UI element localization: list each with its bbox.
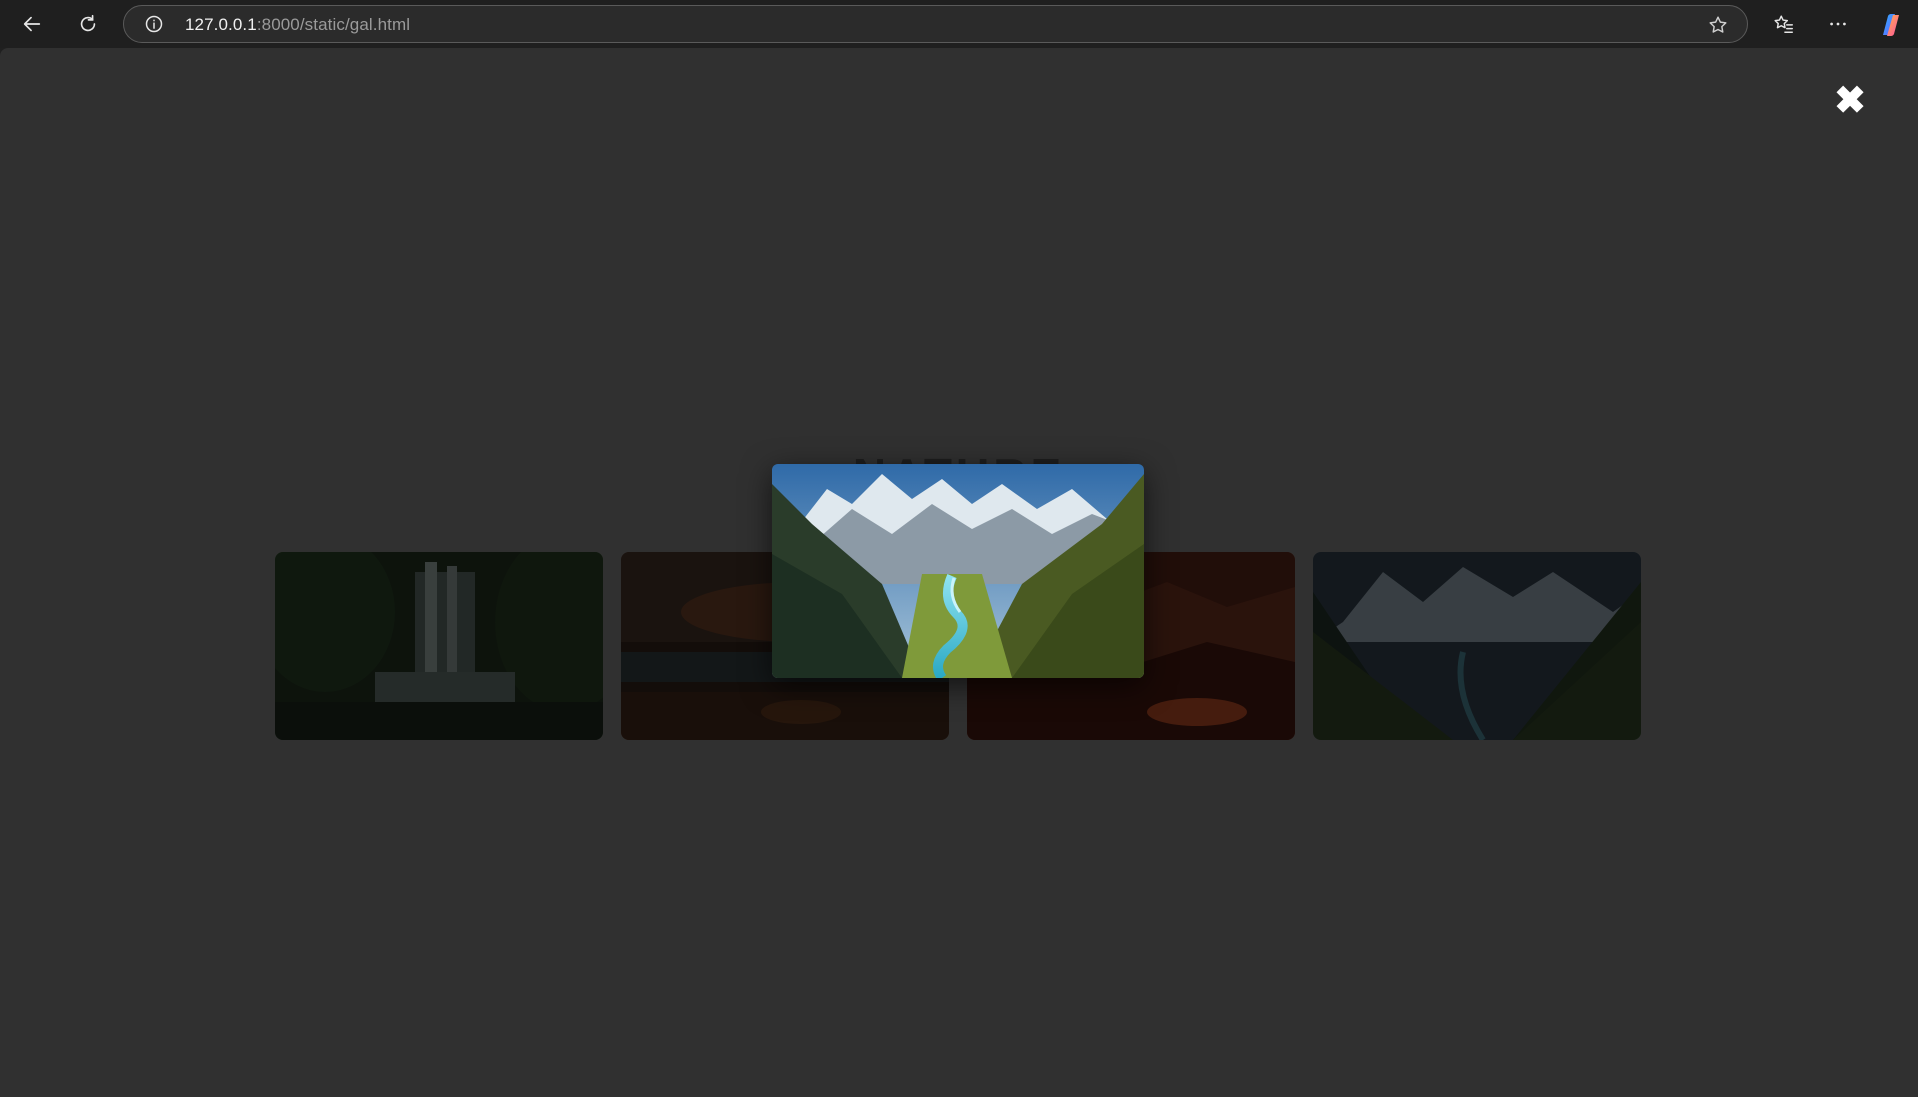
url-host: 127.0.0.1 [185,15,257,34]
more-button[interactable] [1818,4,1858,44]
close-lightbox-button[interactable]: ✖ [1830,81,1870,121]
favorites-button[interactable] [1764,4,1804,44]
browser-toolbar: 127.0.0.1:8000/static/gal.html [0,0,1918,48]
favorites-list-icon [1774,15,1793,33]
url-text[interactable]: 127.0.0.1:8000/static/gal.html [185,15,410,35]
page-viewport: NATURE ✖ [0,48,1918,1097]
gallery-thumbnail-mountain-valley[interactable] [1313,552,1641,740]
thumbnail-dim-overlay [275,552,603,740]
featured-image-mountain-valley[interactable] [772,464,1144,678]
back-button[interactable] [12,4,52,44]
info-icon[interactable] [144,14,164,34]
mountain-valley-image [772,464,1144,678]
more-dots-icon [1830,22,1846,26]
reload-icon [80,14,96,32]
favorite-star-icon[interactable] [1707,14,1729,36]
address-bar[interactable]: 127.0.0.1:8000/static/gal.html [123,5,1748,43]
url-path: :8000/static/gal.html [256,15,411,34]
gallery-thumbnail-waterfall[interactable] [275,552,603,740]
reload-button[interactable] [68,4,108,44]
thumbnail-dim-overlay [1313,552,1641,740]
back-arrow-icon [23,16,41,32]
copilot-icon[interactable] [1877,11,1905,39]
